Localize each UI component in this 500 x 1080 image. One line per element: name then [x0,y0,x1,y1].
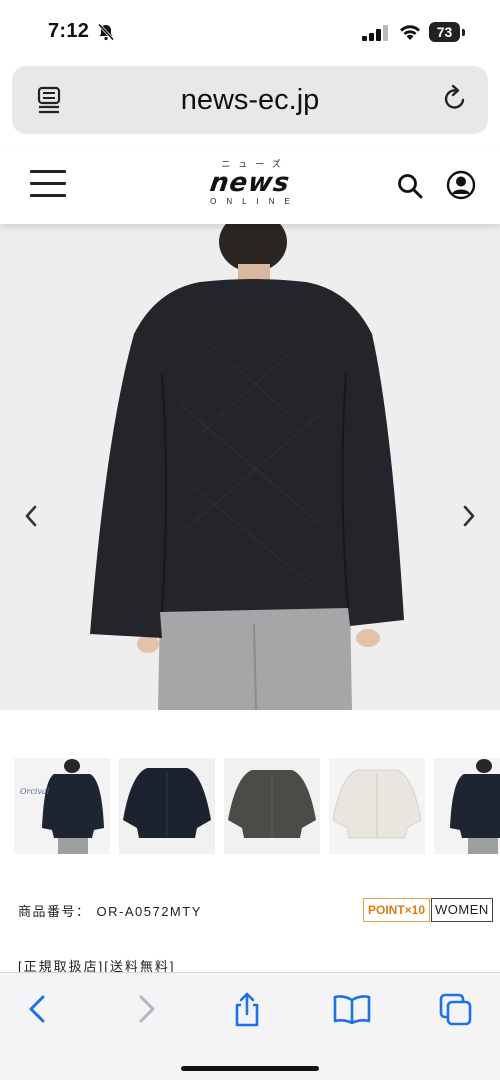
point-badge: POINT×10 [363,898,431,922]
home-indicator [181,1066,319,1071]
site-header: ニューズ news ONLINE [0,146,500,224]
product-number-label: 商品番号： [18,904,91,919]
prev-image-arrow-icon[interactable] [20,502,42,530]
status-bar: 7:12 73 [0,0,500,62]
women-badge: WOMEN [431,898,493,922]
thumbnail-2[interactable] [119,758,215,854]
browser-toolbar [0,972,500,1080]
tabs-icon[interactable] [438,991,474,1027]
cellular-signal-icon [362,25,388,41]
battery-level: 73 [429,22,460,42]
url-text[interactable]: news-ec.jp [12,84,488,117]
thumbnail-5[interactable] [434,758,500,854]
back-icon[interactable] [22,991,54,1027]
bookmarks-icon[interactable] [332,991,372,1027]
product-photo [90,224,404,710]
account-icon[interactable] [446,170,476,200]
battery-indicator: 73 [429,22,465,42]
thumbnail-1[interactable]: Orcival [14,758,110,854]
hamburger-menu-icon[interactable] [30,170,66,198]
product-main-image[interactable] [0,224,500,710]
thumbnail-4[interactable] [329,758,425,854]
share-icon[interactable] [231,991,263,1027]
reload-icon[interactable] [440,84,470,114]
thumbnail-3[interactable] [224,758,320,854]
product-number-value: OR-A0572MTY [96,904,202,919]
bell-muted-icon [97,23,115,41]
site-logo[interactable]: ニューズ news ONLINE [190,158,310,214]
status-time: 7:12 [48,20,90,42]
next-image-arrow-icon[interactable] [458,502,480,530]
product-number: 商品番号： OR-A0572MTY [18,901,202,920]
forward-icon[interactable] [130,991,162,1027]
svg-text:Orcival: Orcival [20,787,50,796]
battery-tip [462,29,465,36]
wifi-icon [400,25,420,40]
logo-main: news [208,168,292,198]
address-bar[interactable]: news-ec.jp [12,66,488,134]
thumbnail-strip: Orcival [14,758,500,856]
search-icon[interactable] [396,172,424,200]
